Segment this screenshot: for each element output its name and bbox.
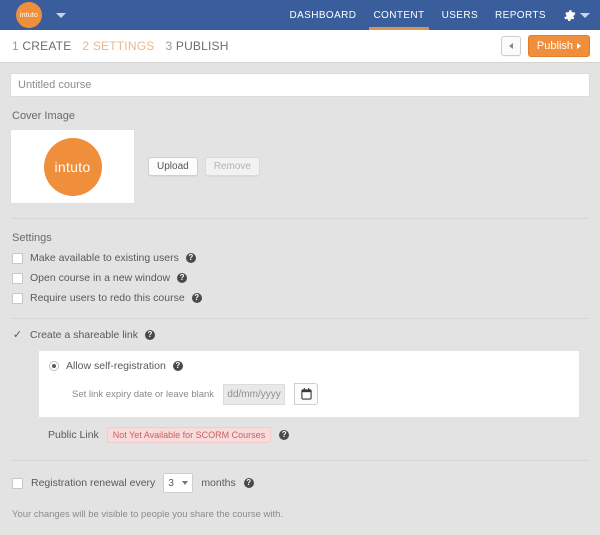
checkbox-row-redo-course[interactable]: Require users to redo this course ? [10,292,590,304]
upload-button[interactable]: Upload [148,157,198,176]
nav-item-users[interactable]: USERS [442,0,478,30]
help-icon[interactable]: ? [279,430,290,440]
remove-button[interactable]: Remove [204,157,260,176]
wizard-step-publish-number: 3 [165,39,173,53]
upload-button-label: Upload [157,161,189,172]
checkbox-redo-course[interactable] [12,292,23,304]
checkbox-new-window-label: Open course in a new window [30,272,171,284]
right-arrow-icon [577,43,581,49]
chevron-down-icon[interactable] [56,12,66,18]
status-badge: Not Yet Available for SCORM Courses [106,427,272,443]
chevron-down-icon [182,481,189,485]
checkbox-shareable-link-label: Create a shareable link [30,329,138,341]
wizard-step-publish-label: PUBLISH [175,39,229,53]
divider-above-shareable [12,318,588,319]
cover-image-preview: intuto [10,129,135,204]
nav-item-content-label: CONTENT [373,9,425,21]
brand-logo-text: intuto [19,11,39,19]
course-title-input[interactable]: Untitled course [10,73,590,97]
wizard-step-settings[interactable]: 2 SETTINGS [82,39,154,53]
help-icon[interactable]: ? [177,273,188,283]
help-icon[interactable]: ? [172,361,183,371]
cover-image-logo-text: intuto [54,158,91,175]
help-icon[interactable]: ? [144,330,155,340]
course-title-placeholder: Untitled course [18,79,92,91]
calendar-picker-button[interactable] [294,383,319,405]
settings-page-content: Untitled course Cover Image intuto Uploa… [0,63,600,520]
shareable-link-panel: Allow self-registration ? Set link expir… [38,350,580,418]
registration-renewal-label-before: Registration renewal every [31,477,156,489]
nav-links: DASHBOARD CONTENT USERS REPORTS [289,0,590,30]
divider-above-renewal [12,460,588,461]
checkbox-new-window[interactable] [12,272,23,284]
renewal-months-select[interactable]: 3 [163,473,194,493]
renewal-months-value: 3 [168,477,174,489]
expiry-date-placeholder: dd/mm/yyyy [227,388,281,400]
wizard-step-settings-number: 2 [82,39,90,53]
left-arrow-icon [508,43,513,49]
help-icon[interactable]: ? [185,253,196,263]
expiry-date-row: Set link expiry date or leave blank dd/m… [72,383,569,405]
back-button[interactable] [500,36,521,56]
public-link-row: Public Link Not Yet Available for SCORM … [48,427,590,443]
check-icon[interactable]: ✓ [12,329,23,341]
wizard-step-create[interactable]: 1 CREATE [12,39,71,53]
nav-item-dashboard[interactable]: DASHBOARD [289,0,356,30]
divider-above-settings [12,218,588,219]
cover-image-actions: Upload Remove [148,157,260,176]
checkbox-registration-renewal[interactable] [12,477,23,489]
checkbox-row-shareable-link[interactable]: ✓ Create a shareable link ? [10,329,590,341]
wizard-step-create-number: 1 [12,39,19,53]
gear-icon [564,9,576,21]
checkbox-row-make-available[interactable]: Make available to existing users ? [10,252,590,264]
cover-image-row: intuto Upload Remove [10,129,590,204]
help-icon[interactable]: ? [243,478,254,488]
settings-section-label: Settings [12,232,52,244]
nav-item-dashboard-label: DASHBOARD [289,9,357,21]
nav-item-users-label: USERS [441,9,479,21]
radio-self-registration-label: Allow self-registration [66,360,166,372]
checkbox-redo-course-label: Require users to redo this course [30,292,185,304]
chevron-down-icon[interactable] [580,12,590,18]
radio-self-registration[interactable] [49,361,59,371]
nav-item-reports[interactable]: REPORTS [495,0,546,30]
nav-item-content[interactable]: CONTENT [369,0,429,30]
checkbox-make-available-label: Make available to existing users [30,252,179,264]
expiry-date-label: Set link expiry date or leave blank [72,388,215,400]
wizard-step-bar: 1 CREATE 2 SETTINGS 3 PUBLISH Publish [0,30,600,63]
help-icon[interactable]: ? [191,293,202,303]
public-link-label: Public Link [48,429,99,441]
checkbox-make-available[interactable] [12,252,23,264]
registration-renewal-label-after: months [201,477,236,489]
wizard-steps: 1 CREATE 2 SETTINGS 3 PUBLISH [12,39,229,53]
brand-logo[interactable]: intuto [16,2,42,28]
wizard-step-create-label: CREATE [22,39,72,53]
footer-note: Your changes will be visible to people y… [12,509,284,520]
settings-menu-button[interactable] [563,9,590,22]
brand-area: intuto [16,2,66,28]
wizard-actions: Publish [500,35,590,57]
radio-dot-icon [52,364,56,368]
checkbox-row-new-window[interactable]: Open course in a new window ? [10,272,590,284]
remove-button-label: Remove [213,161,251,172]
publish-button-label: Publish [536,40,573,52]
radio-row-self-registration[interactable]: Allow self-registration ? [49,360,569,372]
wizard-step-publish[interactable]: 3 PUBLISH [165,39,228,53]
cover-image-logo: intuto [43,137,102,196]
nav-item-reports-label: REPORTS [495,9,546,21]
publish-button[interactable]: Publish [527,35,590,57]
expiry-date-input[interactable]: dd/mm/yyyy [223,383,286,405]
top-navigation-bar: intuto DASHBOARD CONTENT USERS REPORTS [0,0,600,30]
wizard-step-settings-label: SETTINGS [92,39,155,53]
calendar-icon [300,388,312,400]
cover-image-label: Cover Image [12,110,75,122]
registration-renewal-row[interactable]: Registration renewal every 3 months ? [10,473,590,493]
